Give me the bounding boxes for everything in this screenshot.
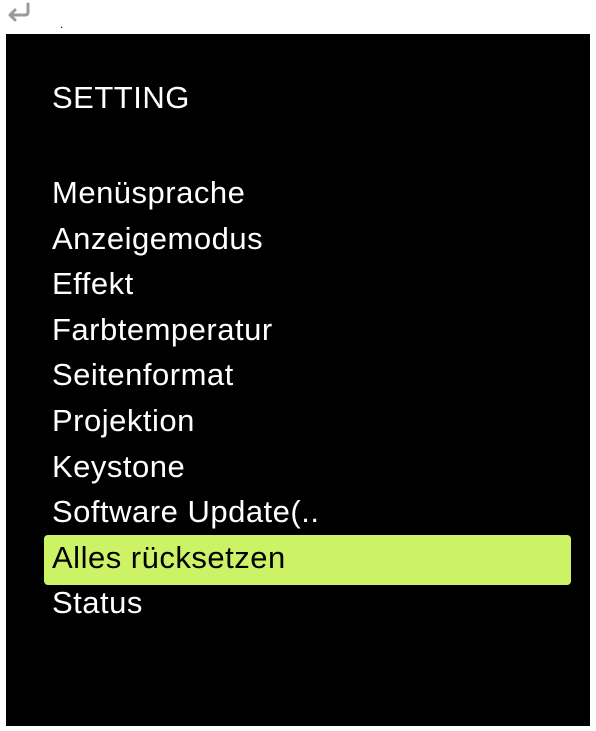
top-strip: .: [0, 0, 596, 34]
menu-item-effekt[interactable]: Effekt: [6, 261, 590, 307]
menu-item-label: Farbtemperatur: [52, 311, 273, 347]
menu-item-status[interactable]: Status: [6, 580, 590, 626]
menu-item-label: Seitenformat: [52, 357, 234, 393]
menu-item-menusprache[interactable]: Menüsprache: [6, 170, 590, 216]
menu-item-label: Keystone: [52, 448, 186, 484]
menu-item-software-update[interactable]: Software Update(..: [6, 489, 590, 535]
menu-item-keystone[interactable]: Keystone: [6, 444, 590, 490]
menu-title: SETTING: [52, 80, 190, 115]
menu-item-farbtemperatur[interactable]: Farbtemperatur: [6, 307, 590, 353]
menu-item-label: Status: [52, 585, 143, 621]
menu-item-label: Alles rücksetzen: [52, 539, 286, 575]
menu-item-label: Anzeigemodus: [52, 220, 264, 256]
dot-mark: .: [60, 17, 64, 31]
menu-item-anzeigemodus[interactable]: Anzeigemodus: [6, 216, 590, 262]
menu-item-label: Menüsprache: [52, 175, 246, 210]
menu-item-alles-rucksetzen[interactable]: Alles rücksetzen: [6, 534, 590, 585]
menu-item-label: Software Update(..: [52, 494, 320, 530]
return-arrow-icon[interactable]: [6, 2, 32, 22]
menu-item-seitenformat[interactable]: Seitenformat: [6, 352, 590, 398]
settings-menu-list: Menüsprache Anzeigemodus Effekt Farbtemp…: [6, 170, 590, 626]
menu-item-label: Effekt: [52, 266, 134, 302]
menu-item-label: Projektion: [52, 402, 195, 438]
settings-screen: SETTING Menüsprache Anzeigemodus Effekt …: [6, 34, 590, 726]
menu-item-projektion[interactable]: Projektion: [6, 398, 590, 444]
